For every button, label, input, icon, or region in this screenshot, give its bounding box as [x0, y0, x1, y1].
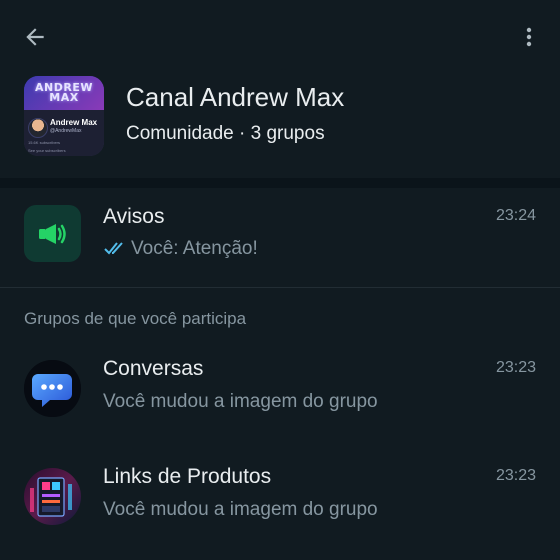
more-options-button[interactable] [512, 20, 546, 54]
section-divider [0, 287, 560, 288]
megaphone-icon [38, 223, 66, 244]
avatar-banner-text: ANDREW MAX [35, 81, 93, 104]
back-button[interactable] [18, 20, 52, 54]
group-title-links-de-produtos: Links de Produtos [103, 465, 272, 488]
chat-bubbles-icon [24, 360, 81, 417]
group-title-conversas: Conversas [103, 357, 204, 380]
group-row-conversas[interactable]: Conversas 23:23 Você mudou a imagem do g… [0, 340, 560, 440]
arrow-left-icon [26, 28, 44, 46]
avatar-name: Andrew Max [50, 118, 98, 127]
avatar-photo [28, 118, 48, 138]
double-check-icon [104, 242, 123, 255]
community-avatar[interactable]: ANDREW MAX Andrew Max @AndrewMax 15.6K s… [24, 76, 104, 156]
group-preview-conversas: Você mudou a imagem do grupo [103, 391, 378, 412]
group-avatar-links-de-produtos [24, 468, 81, 525]
group-time-links-de-produtos: 23:23 [495, 467, 536, 484]
announcements-icon-badge [24, 205, 81, 262]
community-subtitle: Comunidade · 3 grupos [126, 123, 325, 144]
announcements-row[interactable]: Avisos 23:24 Você: Atenção! [0, 188, 560, 288]
group-time-conversas: 23:23 [495, 359, 536, 376]
header-divider [0, 178, 560, 188]
avatar-footer-text: See your subscribers [28, 148, 66, 153]
avatar-profile-card: Andrew Max @AndrewMax 15.6K subscribers … [24, 110, 104, 156]
avatar-subscribers: 15.6K subscribers [28, 140, 61, 145]
group-preview-links-de-produtos: Você mudou a imagem do grupo [103, 499, 378, 520]
avatar-banner: ANDREW MAX [24, 76, 104, 110]
community-title: Canal Andrew Max [126, 82, 345, 112]
announcements-title: Avisos [103, 205, 165, 228]
groups-section-label: Grupos de que você participa [24, 309, 247, 328]
gaming-pc-image-icon [24, 468, 81, 525]
community-header: ANDREW MAX Andrew Max @AndrewMax 15.6K s… [0, 0, 560, 178]
group-row-links-de-produtos[interactable]: Links de Produtos 23:23 Você mudou a ima… [0, 448, 560, 548]
announcements-time: 23:24 [495, 207, 536, 224]
announcements-preview-text: Você: Atenção! [131, 238, 258, 259]
more-vertical-icon [526, 27, 532, 47]
avatar-handle: @AndrewMax [50, 128, 82, 134]
group-avatar-conversas [24, 360, 81, 417]
announcements-preview: Você: Atenção! [103, 238, 258, 260]
